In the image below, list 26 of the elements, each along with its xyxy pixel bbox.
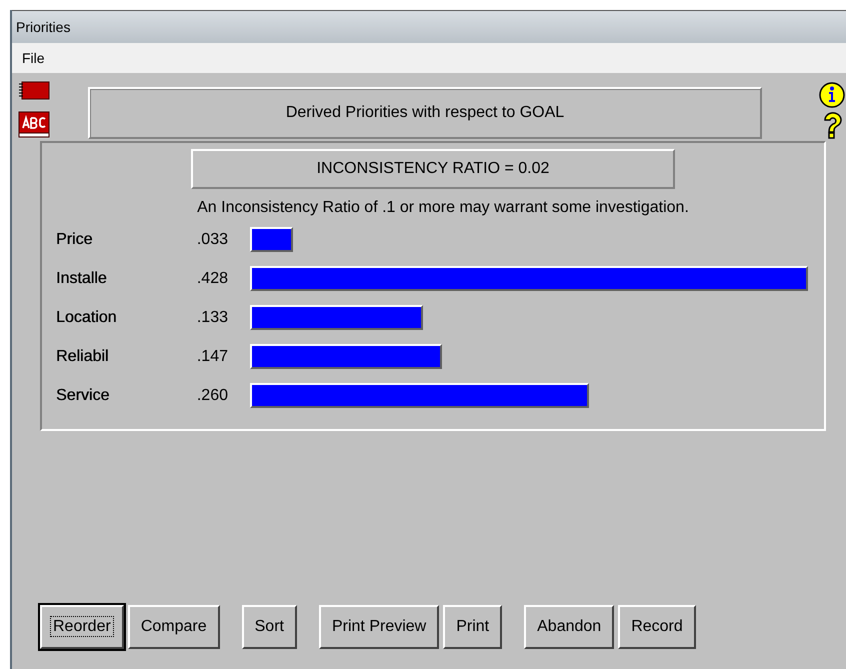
action-button[interactable]: Print Preview [318, 605, 440, 649]
priority-bar [250, 227, 294, 252]
action-button[interactable]: Compare [128, 605, 220, 649]
criterion-label: Location [55, 308, 118, 326]
action-button[interactable]: Reorder [40, 605, 124, 649]
priority-value: .428 [196, 270, 228, 288]
criterion-label: Price [55, 230, 94, 248]
action-button[interactable]: Abandon [524, 605, 614, 649]
spelling-book-icon[interactable] [18, 111, 50, 139]
note-text: An Inconsistency Ratio of .1 or more may warrant some investigation. [196, 199, 689, 217]
priority-value: .147 [196, 348, 228, 366]
header-text: Derived Priorities with respect to GOAL [286, 104, 564, 122]
info-icon[interactable] [818, 81, 846, 109]
book-icon[interactable] [18, 81, 50, 101]
criterion-label: Service [55, 386, 110, 404]
action-button[interactable]: Sort [242, 605, 297, 649]
priority-value: .033 [196, 230, 228, 248]
priority-value: .133 [196, 308, 228, 326]
action-button[interactable]: Print [443, 605, 502, 649]
window-title: Priorities [16, 19, 70, 35]
menu-item[interactable]: File [12, 50, 55, 66]
priority-value: .260 [196, 386, 228, 404]
criterion-label: Installe [55, 270, 108, 288]
ratio-text: INCONSISTENCY RATIO = 0.02 [316, 160, 550, 178]
action-button[interactable]: Record [618, 605, 696, 649]
criterion-label: Reliabil [55, 348, 110, 366]
